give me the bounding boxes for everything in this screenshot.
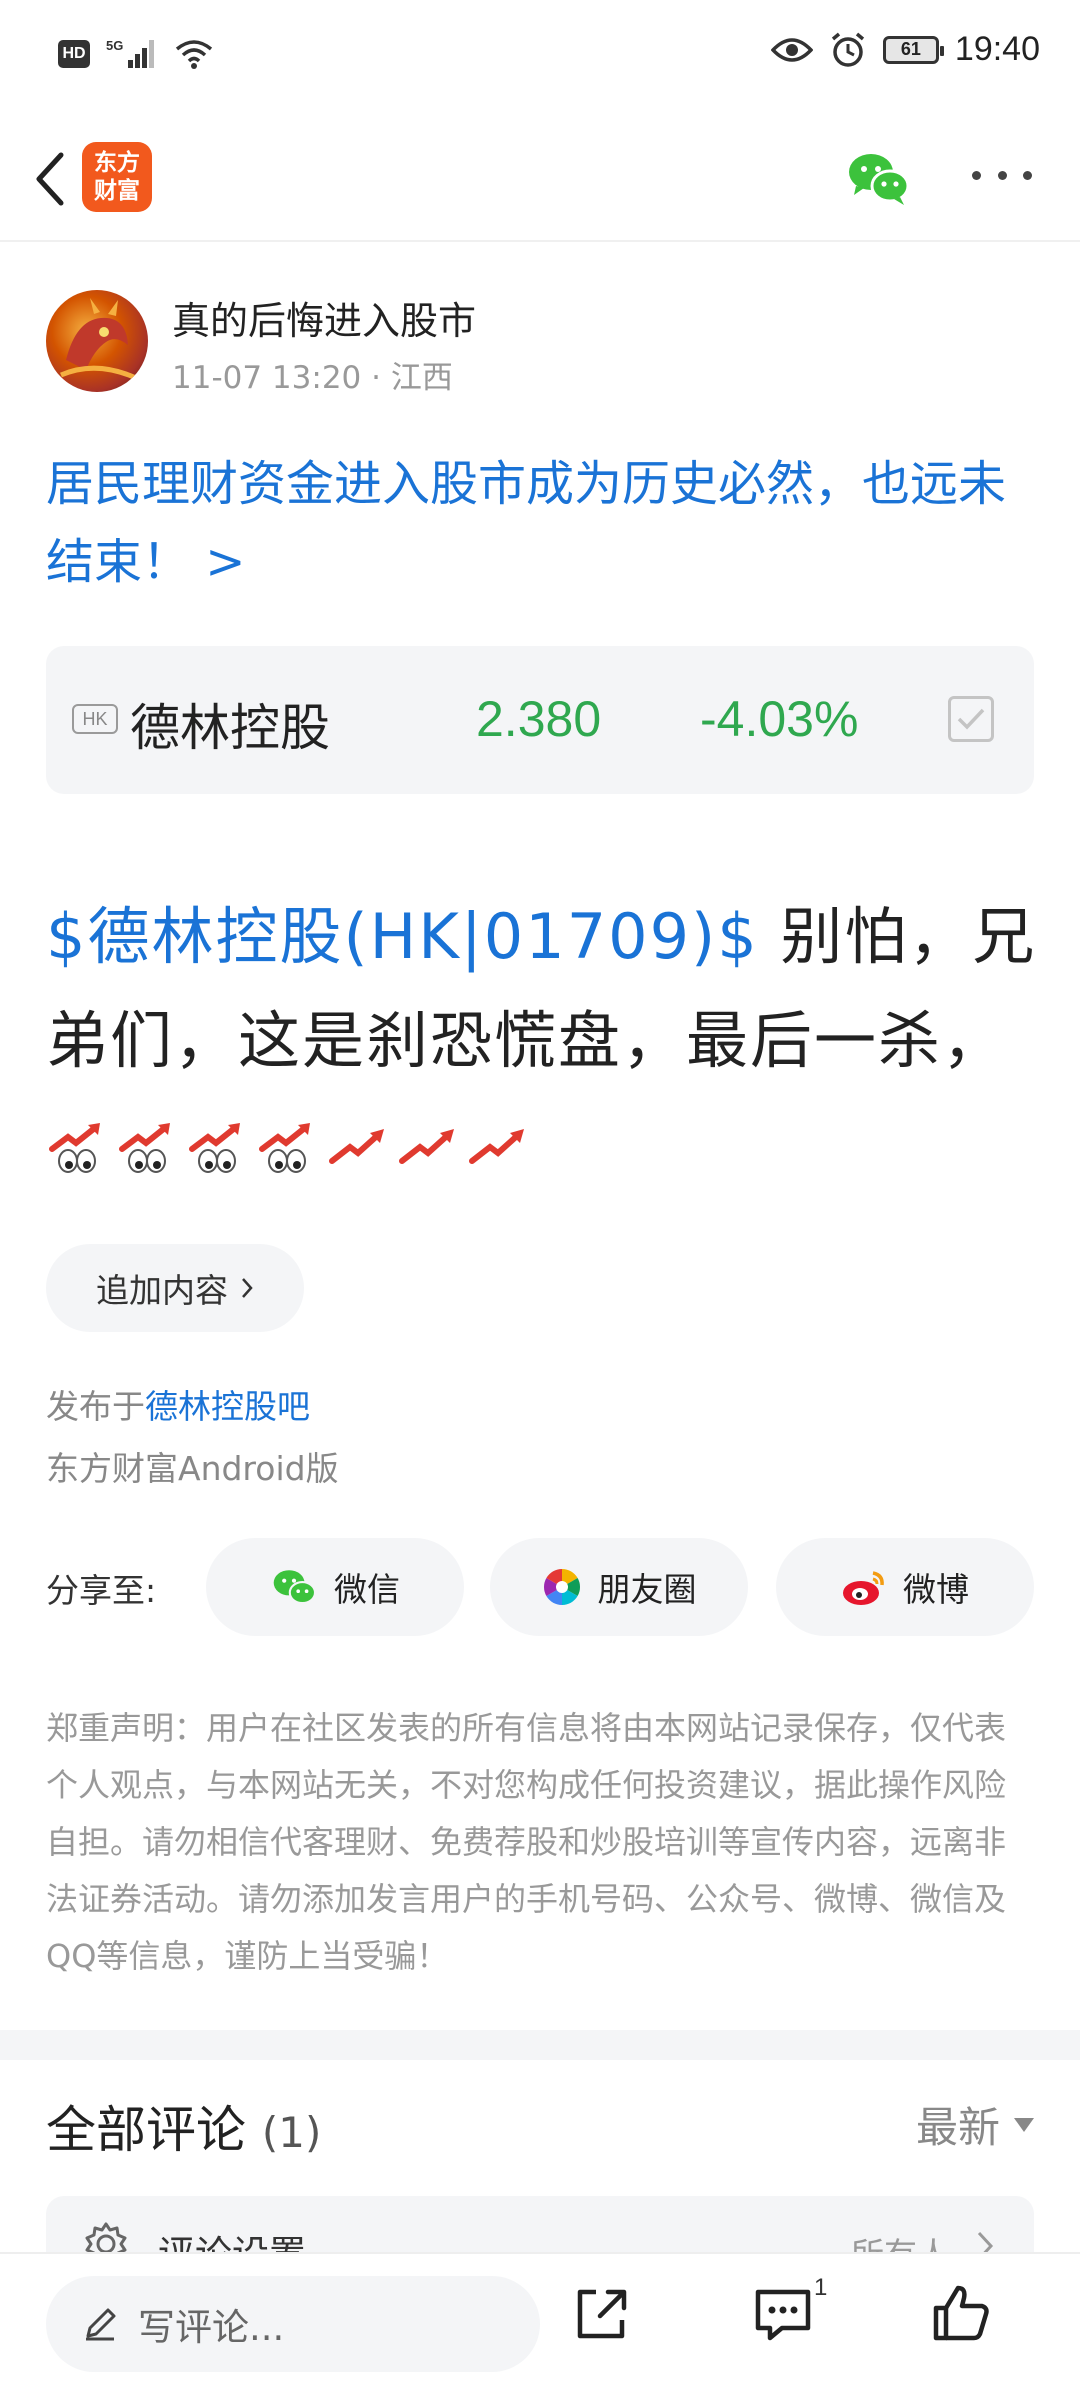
published-in: 发布于德林控股吧 [46, 1380, 310, 1428]
sort-dropdown[interactable]: 最新 [916, 2094, 1034, 2155]
chevron-right-icon [242, 1278, 253, 1298]
author-meta: 11-07 13:20 · 江西 [172, 352, 453, 397]
hd-icon: HD [58, 40, 90, 68]
post-location: 江西 [390, 360, 453, 396]
status-time: 19:40 [954, 30, 1040, 68]
comment-icon[interactable] [752, 2284, 814, 2346]
section-divider [0, 2030, 1080, 2060]
eyes-chart-up-icon [259, 1123, 310, 1173]
app-logo[interactable]: 东方 财富 [82, 142, 152, 212]
post-time: 11-07 13:20 [172, 360, 362, 396]
share-moments-label: 朋友圈 [597, 1570, 697, 1609]
nav-bar: 东方 财富 [0, 120, 1080, 242]
logo-line2: 财富 [94, 178, 140, 204]
status-right: 61 19:40 [770, 30, 1040, 69]
stock-bar-link[interactable]: 德林控股吧 [145, 1387, 310, 1426]
eye-icon [770, 37, 813, 62]
add-watchlist-checkbox[interactable] [948, 696, 994, 742]
chart-up-arrow-icon [469, 1129, 524, 1164]
eyes-chart-up-icon [189, 1123, 240, 1173]
wechat-share-icon[interactable] [846, 148, 910, 208]
more-options-button[interactable] [972, 160, 1032, 190]
meta-separator: · [371, 360, 391, 396]
append-content-label: 追加内容 [96, 1271, 228, 1310]
post-headline-link[interactable]: 居民理财资金进入股市成为历史必然，也远未结束！ > [46, 445, 1046, 601]
comment-count-badge: 1 [814, 2274, 828, 2301]
share-wechat-button[interactable]: 微信 [206, 1538, 464, 1636]
share-label: 分享至: [46, 1571, 157, 1610]
more-dot-icon [1023, 170, 1032, 180]
more-dot-icon [997, 170, 1007, 180]
share-wechat-label: 微信 [334, 1570, 400, 1609]
stock-tag-link[interactable]: $德林控股(HK|01709)$ [46, 900, 759, 973]
write-comment-input[interactable]: 写评论... [46, 2276, 540, 2372]
stock-name: 德林控股 [130, 699, 330, 757]
thumbs-up-icon[interactable] [930, 2282, 992, 2344]
share-weibo-label: 微博 [903, 1570, 969, 1609]
check-icon [957, 708, 985, 730]
status-bar: HD 5G 61 19:40 [0, 0, 1080, 110]
comments-title: 全部评论 (1) [46, 2090, 321, 2162]
chart-up-arrow-icon [399, 1129, 454, 1164]
logo-line1: 东方 [94, 150, 140, 176]
stock-price: 2.380 [476, 691, 602, 747]
client-source: 东方财富Android版 [46, 1449, 339, 1488]
battery-icon: 61 [882, 35, 944, 64]
published-prefix: 发布于 [46, 1387, 145, 1426]
eyes-chart-up-icon [49, 1123, 100, 1173]
eyes-chart-up-icon [119, 1123, 170, 1173]
signal-5g-icon: 5G [106, 38, 154, 68]
caret-down-icon [1014, 2117, 1034, 2132]
chevron-left-icon [36, 152, 64, 206]
wifi-icon [175, 40, 213, 69]
emoji-row [46, 1115, 530, 1179]
post-author: 真的后悔进入股市 11-07 13:20 · 江西 [46, 290, 1046, 400]
bottom-bar: 写评论... 1 [0, 2252, 1080, 2388]
avatar[interactable] [46, 290, 148, 392]
market-badge: HK [72, 704, 118, 734]
moments-icon [543, 1569, 580, 1605]
author-name[interactable]: 真的后悔进入股市 [172, 290, 476, 345]
weibo-icon [843, 1571, 884, 1605]
share-icon[interactable] [570, 2284, 632, 2346]
dragon-avatar-icon [60, 298, 138, 381]
sort-label: 最新 [915, 2103, 1000, 2152]
stock-card[interactable]: HK 德林控股 2.380 -4.03% [46, 646, 1034, 794]
share-row: 分享至: 微信 朋友圈 微博 [46, 1538, 1034, 1636]
share-moments-button[interactable]: 朋友圈 [490, 1538, 748, 1636]
disclaimer-text: 郑重声明：用户在社区发表的所有信息将由本网站记录保存，仅代表个人观点，与本网站无… [46, 1709, 1007, 1975]
comments-count: (1) [261, 2108, 322, 2157]
post-body: $德林控股(HK|01709)$ 别怕，兄弟们，这是刹恐慌盘，最后一杀， [46, 885, 1046, 1093]
svg-text:5G: 5G [106, 38, 123, 53]
write-comment-placeholder: 写评论... [138, 2306, 285, 2349]
stock-change: -4.03% [700, 691, 859, 747]
more-dot-icon [972, 170, 981, 180]
chart-up-arrow-icon [329, 1129, 384, 1164]
status-left: HD 5G [58, 36, 214, 72]
alarm-icon [831, 32, 865, 67]
share-weibo-button[interactable]: 微博 [776, 1538, 1034, 1636]
append-content-button[interactable]: 追加内容 [46, 1244, 304, 1332]
comments-title-text: 全部评论 [46, 2101, 246, 2159]
back-button[interactable] [20, 142, 80, 216]
pencil-icon [86, 2308, 116, 2341]
wechat-icon [273, 1570, 317, 1605]
